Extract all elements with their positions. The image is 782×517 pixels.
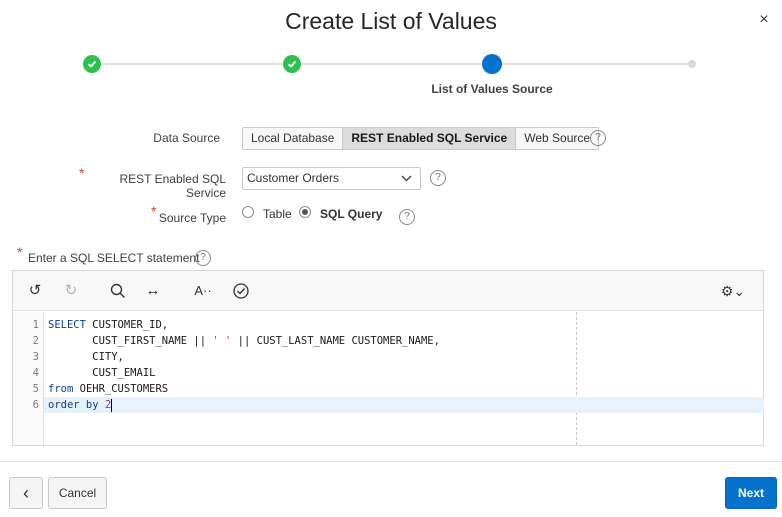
back-button[interactable]: ‹ bbox=[9, 477, 43, 509]
source-type-sql-query-label[interactable]: SQL Query bbox=[320, 207, 382, 221]
required-indicator: * bbox=[79, 165, 85, 181]
data-source-option-rest-enabled-sql[interactable]: REST Enabled SQL Service bbox=[343, 128, 517, 149]
code-line-5: from OEHR_CUSTOMERS bbox=[48, 383, 169, 395]
line-number: 3 bbox=[32, 351, 39, 363]
close-icon[interactable]: × bbox=[752, 8, 776, 32]
wizard-step-2-done bbox=[283, 55, 301, 73]
sql-statement-label: Enter a SQL SELECT statement bbox=[28, 251, 200, 265]
redo-icon[interactable]: ↻ bbox=[61, 281, 81, 301]
text-cursor bbox=[111, 398, 113, 412]
line-number: 5 bbox=[32, 383, 39, 395]
data-source-option-web-source[interactable]: Web Source bbox=[516, 128, 599, 149]
line-number: 2 bbox=[32, 335, 39, 347]
line-number-gutter: 1 2 3 4 5 6 bbox=[13, 312, 43, 445]
undo-icon[interactable]: ↺ bbox=[25, 281, 45, 301]
rest-service-label: REST Enabled SQL Service bbox=[119, 172, 226, 200]
data-source-help-icon[interactable]: ? bbox=[590, 130, 606, 146]
line-number: 1 bbox=[32, 319, 39, 331]
font-size-icon[interactable]: A·· bbox=[189, 281, 217, 301]
chevron-left-icon: ‹ bbox=[23, 483, 29, 503]
replace-icon[interactable]: ↔ bbox=[143, 281, 163, 301]
source-type-label: Source Type bbox=[158, 211, 226, 225]
data-source-label: Data Source bbox=[153, 131, 220, 145]
wizard-step-label: List of Values Source bbox=[431, 82, 553, 96]
wizard-step-1-done bbox=[83, 55, 101, 73]
code-line-6: order by 2 bbox=[44, 397, 764, 413]
search-icon[interactable] bbox=[108, 281, 128, 301]
settings-gear-icon[interactable]: ⚙⌄ bbox=[717, 281, 749, 301]
source-type-table-radio[interactable] bbox=[242, 206, 254, 218]
rest-service-select[interactable]: Customer Orders bbox=[242, 167, 421, 190]
wizard-track bbox=[92, 63, 692, 65]
source-type-table-label[interactable]: Table bbox=[263, 207, 292, 221]
dialog-title: Create List of Values bbox=[285, 8, 497, 34]
data-source-selector: Local Database REST Enabled SQL Service … bbox=[242, 127, 600, 150]
source-type-sql-query-radio[interactable] bbox=[299, 206, 311, 218]
code-line-3: CITY, bbox=[48, 351, 124, 363]
check-icon bbox=[87, 60, 97, 68]
data-source-option-local-database[interactable]: Local Database bbox=[243, 128, 344, 149]
sql-code-editor: ↺ ↻ ↔ A·· ⚙⌄ 1 2 3 4 5 6 SELECT CUSTOMER… bbox=[12, 270, 764, 446]
validate-icon[interactable] bbox=[231, 281, 251, 301]
source-type-help-icon[interactable]: ? bbox=[399, 209, 415, 225]
chevron-down-icon bbox=[401, 168, 412, 197]
rest-service-value: Customer Orders bbox=[247, 171, 340, 185]
editor-toolbar: ↺ ↻ ↔ A·· ⚙⌄ bbox=[13, 271, 763, 311]
wizard-step-3-current bbox=[482, 54, 502, 74]
footer-divider bbox=[0, 461, 782, 462]
next-button[interactable]: Next bbox=[725, 477, 777, 509]
check-icon bbox=[287, 60, 297, 68]
code-line-1: SELECT CUSTOMER_ID, bbox=[48, 319, 169, 331]
code-text-area[interactable]: SELECT CUSTOMER_ID, CUST_FIRST_NAME || '… bbox=[43, 312, 764, 445]
rest-service-help-icon[interactable]: ? bbox=[430, 170, 446, 186]
sql-statement-help-icon[interactable]: ? bbox=[195, 250, 211, 266]
cancel-button[interactable]: Cancel bbox=[48, 477, 107, 509]
line-number: 6 bbox=[32, 399, 39, 411]
required-indicator: * bbox=[17, 244, 23, 260]
code-line-4: CUST_EMAIL bbox=[48, 367, 156, 379]
line-number: 4 bbox=[32, 367, 39, 379]
code-line-2: CUST_FIRST_NAME || ' ' || CUST_LAST_NAME… bbox=[48, 335, 440, 347]
wizard-step-4-pending bbox=[688, 60, 696, 68]
